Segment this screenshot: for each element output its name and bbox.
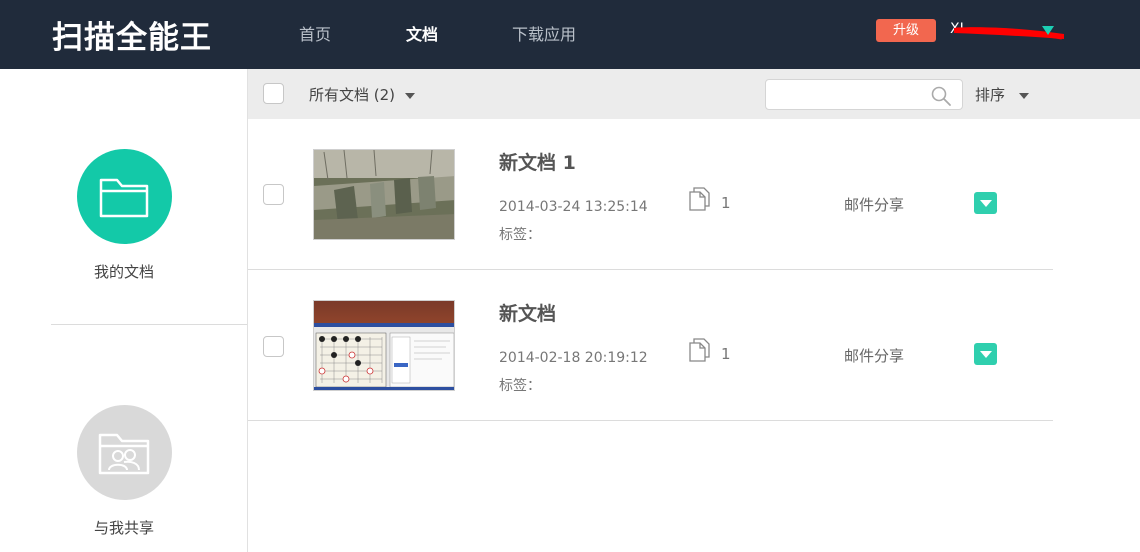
filter-label: 所有文档 (2): [309, 86, 396, 104]
document-thumbnail[interactable]: [313, 149, 455, 240]
email-share-link[interactable]: 邮件分享: [844, 345, 904, 366]
screenshot-thumbnail: [314, 301, 454, 390]
nav-home[interactable]: 首页: [299, 21, 331, 45]
document-menu-dropdown-icon[interactable]: [974, 343, 997, 365]
sidebar-item-label: 与我共享: [93, 519, 154, 537]
sort-dropdown[interactable]: 排序: [975, 84, 1030, 105]
email-share-link[interactable]: 邮件分享: [844, 194, 904, 215]
sidebar-item-my-documents[interactable]: 我的文档: [0, 149, 248, 282]
search-icon[interactable]: [930, 85, 952, 107]
document-checkbox[interactable]: [263, 184, 284, 205]
chevron-down-icon: [405, 92, 416, 99]
app-logo[interactable]: 扫描全能王: [52, 12, 212, 57]
sidebar: 我的文档 与我共享: [0, 69, 248, 552]
sidebar-item-shared-with-me[interactable]: 与我共享: [0, 405, 248, 538]
page-count-icon: [689, 187, 710, 211]
document-date: 2014-03-24 13:25:14: [499, 199, 648, 215]
document-row: 新文档 2014-02-18 20:19:12 标签： 1 邮件分享: [248, 270, 1053, 421]
page-count-icon: [689, 338, 710, 362]
user-menu-caret-icon[interactable]: [1042, 26, 1054, 35]
document-tags-label: 标签：: [499, 227, 541, 243]
document-row: 新文档 1 2014-03-24 13:25:14 标签： 1 邮件分享: [248, 119, 1053, 270]
document-checkbox[interactable]: [263, 336, 284, 357]
document-tags-label: 标签：: [499, 378, 541, 394]
top-navigation-bar: 扫描全能王 首页 文档 下载应用 升级 XL: [0, 0, 1140, 69]
scanned-photo-thumbnail: [314, 150, 454, 239]
document-date: 2014-02-18 20:19:12: [499, 350, 648, 366]
my-documents-circle: [76, 149, 172, 244]
search-box[interactable]: [765, 79, 963, 110]
document-toolbar: 所有文档 (2) 排序: [248, 69, 1140, 119]
document-page-count: 1: [721, 194, 731, 212]
document-filter-dropdown[interactable]: 所有文档 (2): [309, 84, 416, 105]
document-thumbnail[interactable]: [313, 300, 455, 391]
document-title[interactable]: 新文档 1: [499, 148, 576, 175]
shared-folder-icon: [98, 433, 150, 474]
nav-documents[interactable]: 文档: [406, 21, 438, 45]
search-input[interactable]: [772, 84, 922, 105]
chevron-down-icon: [1019, 92, 1030, 99]
sidebar-divider: [51, 324, 247, 325]
sidebar-item-label: 我的文档: [93, 263, 154, 281]
sort-label: 排序: [975, 86, 1006, 104]
upgrade-button[interactable]: 升级: [876, 19, 936, 42]
document-page-count: 1: [721, 345, 731, 363]
shared-circle: [76, 405, 172, 500]
document-title[interactable]: 新文档: [499, 299, 556, 326]
select-all-checkbox[interactable]: [263, 83, 284, 104]
folder-icon: [99, 178, 149, 217]
nav-download-app[interactable]: 下载应用: [512, 21, 576, 45]
document-menu-dropdown-icon[interactable]: [974, 192, 997, 214]
